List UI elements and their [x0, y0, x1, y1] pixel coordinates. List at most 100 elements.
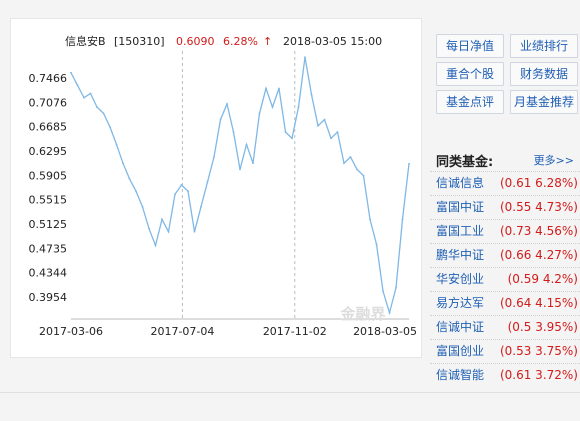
performance-rank-button[interactable]: 业绩排行 — [510, 34, 578, 58]
list-item[interactable]: 华安创业 (0.59 4.2%) — [430, 267, 580, 291]
y-tick-label: 0.5515 — [29, 194, 68, 207]
data-point — [115, 143, 118, 146]
data-point — [167, 230, 170, 233]
data-point — [200, 205, 202, 208]
peer-fund-name[interactable]: 富国创业 — [436, 340, 484, 363]
data-point — [401, 218, 404, 221]
x-tick-label: 2018-03-05 — [353, 325, 417, 338]
data-point — [70, 71, 72, 74]
data-point — [245, 143, 248, 146]
list-item[interactable]: 信诚智能 (0.61 3.72%) — [430, 363, 580, 387]
data-point — [278, 87, 280, 90]
data-point — [96, 106, 98, 108]
list-item[interactable]: 鹏华中证 (0.66 4.27%) — [430, 243, 580, 267]
data-point — [408, 162, 410, 165]
up-arrow-icon: ↑ — [263, 35, 272, 48]
data-point — [219, 118, 222, 121]
list-item[interactable]: 富国创业 (0.53 3.75%) — [430, 339, 580, 363]
data-point — [310, 93, 313, 96]
fund-review-button[interactable]: 基金点评 — [436, 90, 504, 114]
data-point — [102, 112, 105, 115]
data-point — [349, 156, 352, 158]
y-tick-label: 0.6685 — [29, 121, 68, 134]
peer-fund-name[interactable]: 鹏华中证 — [436, 244, 484, 267]
y-tick-label: 0.7076 — [29, 96, 68, 109]
financial-data-button[interactable]: 财务数据 — [510, 62, 578, 86]
data-point — [141, 205, 144, 208]
peer-fund-name[interactable]: 富国工业 — [436, 220, 484, 243]
data-point — [83, 96, 85, 99]
data-point — [369, 218, 371, 221]
list-item[interactable]: 富国工业 (0.73 4.56%) — [430, 219, 580, 243]
chart-header: 信息安B [150310] 0.6090 6.28% ↑ 2018-03-05 … — [65, 34, 382, 48]
x-tick-label: 2017-11-02 — [263, 325, 327, 338]
list-item[interactable]: 富国中证 (0.55 4.73%) — [430, 195, 580, 219]
data-point — [89, 92, 92, 95]
data-point — [232, 131, 235, 133]
data-point — [174, 193, 176, 196]
data-point — [382, 290, 384, 292]
y-tick-label: 0.5125 — [29, 218, 68, 231]
data-point — [304, 56, 306, 59]
y-tick-label: 0.5905 — [29, 169, 68, 182]
peer-fund-name[interactable]: 信诚智能 — [436, 364, 484, 387]
peer-fund-value: (0.61 6.28%) — [499, 176, 578, 190]
chart-panel: 信息安B [150310] 0.6090 6.28% ↑ 2018-03-05 … — [10, 18, 422, 358]
data-point — [213, 156, 215, 158]
data-point — [271, 106, 274, 108]
peer-fund-name[interactable]: 易方达军 — [436, 292, 484, 315]
list-item[interactable]: 易方达军 (0.64 4.15%) — [430, 291, 580, 315]
fund-code: [150310] — [114, 35, 165, 48]
peer-fund-name[interactable]: 富国中证 — [436, 196, 484, 219]
data-point — [128, 177, 131, 180]
fund-change: 6.28% — [223, 35, 258, 48]
data-point — [317, 124, 319, 127]
daily-nav-button[interactable]: 每日净值 — [436, 34, 504, 58]
x-tick-label: 2017-07-04 — [150, 325, 214, 338]
data-point — [122, 162, 124, 165]
data-point — [193, 230, 196, 233]
data-point — [135, 190, 137, 193]
bottom-bar — [0, 392, 580, 421]
data-point — [362, 174, 365, 177]
monthly-recommend-button[interactable]: 月基金推荐 — [510, 90, 578, 114]
fund-price: 0.6090 — [176, 35, 215, 48]
peer-fund-value: (0.73 4.56%) — [499, 224, 578, 238]
x-axis-labels: 2017-03-06 2017-07-04 2017-11-02 2018-03-05 — [39, 325, 417, 338]
data-point — [226, 103, 228, 105]
y-axis-labels: 0.7466 0.7076 0.6685 0.6295 0.5905 0.5515 0.51… — [29, 72, 68, 304]
peer-fund-name[interactable]: 华安创业 — [436, 268, 484, 291]
data-point — [323, 118, 326, 121]
y-tick-label: 0.4735 — [29, 242, 68, 255]
overlap-holdings-button[interactable]: 重合个股 — [436, 62, 504, 86]
data-point — [187, 190, 189, 193]
fund-datetime: 2018-03-05 15:00 — [283, 35, 382, 48]
data-point — [239, 168, 241, 171]
y-tick-label: 0.6295 — [29, 145, 68, 158]
data-point — [336, 131, 339, 133]
peer-fund-value: (0.55 4.73%) — [499, 200, 578, 214]
peer-fund-value: (0.5 3.95%) — [507, 320, 578, 334]
peer-fund-name[interactable]: 信诚信息 — [436, 172, 484, 195]
peer-fund-value: (0.66 4.27%) — [499, 248, 578, 262]
data-point — [161, 218, 163, 221]
list-item[interactable]: 信诚信息 (0.61 6.28%) — [430, 171, 580, 195]
peer-fund-name[interactable]: 信诚中证 — [436, 316, 484, 339]
y-tick-label: 0.7466 — [29, 72, 68, 85]
list-item[interactable]: 信诚中证 (0.5 3.95%) — [430, 315, 580, 339]
data-point — [356, 168, 358, 171]
y-tick-label: 0.3954 — [29, 291, 68, 304]
peer-fund-value: (0.61 3.72%) — [499, 368, 578, 382]
more-link[interactable]: 更多>> — [534, 152, 574, 168]
chart-grid — [71, 51, 409, 320]
nav-series-line — [70, 57, 410, 316]
peer-fund-value: (0.53 3.75%) — [499, 344, 578, 358]
data-point — [180, 184, 183, 186]
data-point — [76, 84, 79, 87]
data-point — [395, 286, 397, 289]
x-tick-label: 2017-03-06 — [39, 325, 103, 338]
chart-series — [70, 56, 410, 316]
data-point — [109, 126, 111, 128]
data-point — [330, 137, 332, 140]
peer-funds-title: 同类基金: — [436, 155, 494, 170]
